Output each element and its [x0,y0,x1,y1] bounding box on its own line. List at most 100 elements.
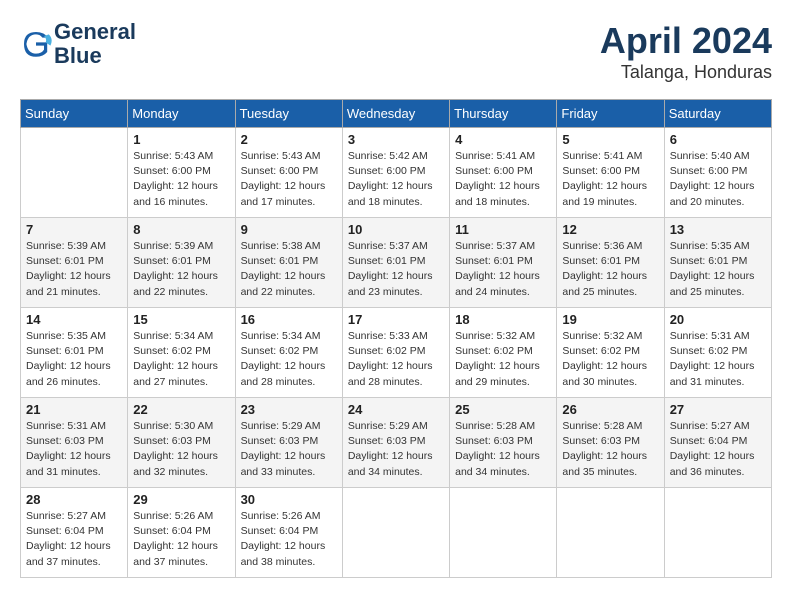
calendar-cell: 28 Sunrise: 5:27 AMSunset: 6:04 PMDayligh… [21,488,128,578]
calendar-cell: 19Sunrise: 5:32 AMSunset: 6:02 PMDayligh… [557,308,664,398]
week-row-4: 21 Sunrise: 5:31 AMSunset: 6:03 PMDayligh… [21,398,772,488]
calendar-cell [664,488,771,578]
day-info: Sunrise: 5:35 AMSunset: 6:01 PMDaylight:… [26,329,122,390]
day-header-tuesday: Tuesday [235,100,342,128]
calendar-cell: 12 Sunrise: 5:36 AMSunset: 6:01 PMDayligh… [557,218,664,308]
calendar-cell: 16 Sunrise: 5:34 AMSunset: 6:02 PMDayligh… [235,308,342,398]
day-header-friday: Friday [557,100,664,128]
day-header-wednesday: Wednesday [342,100,449,128]
day-info: Sunrise: 5:37 AMSunset: 6:01 PMDaylight:… [348,239,444,300]
day-number: 29 [133,492,229,507]
day-info: Sunrise: 5:43 AMSunset: 6:00 PMDaylight:… [133,149,229,210]
calendar-cell: 15Sunrise: 5:34 AMSunset: 6:02 PMDayligh… [128,308,235,398]
calendar-cell: 18 Sunrise: 5:32 AMSunset: 6:02 PMDayligh… [450,308,557,398]
calendar-header-row: SundayMondayTuesdayWednesdayThursdayFrid… [21,100,772,128]
calendar-cell: 21 Sunrise: 5:31 AMSunset: 6:03 PMDayligh… [21,398,128,488]
day-number: 26 [562,402,658,417]
day-number: 24 [348,402,444,417]
day-info: Sunrise: 5:41 AMSunset: 6:00 PMDaylight:… [455,149,551,210]
day-number: 8 [133,222,229,237]
calendar-cell: 24 Sunrise: 5:29 AMSunset: 6:03 PMDayligh… [342,398,449,488]
day-info: Sunrise: 5:27 AMSunset: 6:04 PMDaylight:… [26,509,122,570]
day-number: 21 [26,402,122,417]
calendar-cell: 6Sunrise: 5:40 AMSunset: 6:00 PMDaylight… [664,128,771,218]
day-number: 23 [241,402,337,417]
calendar-cell: 20Sunrise: 5:31 AMSunset: 6:02 PMDayligh… [664,308,771,398]
calendar-cell: 14Sunrise: 5:35 AMSunset: 6:01 PMDayligh… [21,308,128,398]
day-header-sunday: Sunday [21,100,128,128]
logo-text: General Blue [54,20,136,68]
calendar-cell: 9 Sunrise: 5:38 AMSunset: 6:01 PMDaylight… [235,218,342,308]
day-info: Sunrise: 5:41 AMSunset: 6:00 PMDaylight:… [562,149,658,210]
calendar-cell [21,128,128,218]
day-number: 7 [26,222,122,237]
day-number: 3 [348,132,444,147]
day-info: Sunrise: 5:36 AMSunset: 6:01 PMDaylight:… [562,239,658,300]
calendar-cell: 26Sunrise: 5:28 AMSunset: 6:03 PMDayligh… [557,398,664,488]
day-number: 10 [348,222,444,237]
day-number: 6 [670,132,766,147]
day-header-saturday: Saturday [664,100,771,128]
calendar-cell: 2 Sunrise: 5:43 AMSunset: 6:00 PMDaylight… [235,128,342,218]
calendar-cell: 4 Sunrise: 5:41 AMSunset: 6:00 PMDaylight… [450,128,557,218]
day-info: Sunrise: 5:26 AMSunset: 6:04 PMDaylight:… [241,509,337,570]
day-number: 17 [348,312,444,327]
day-number: 28 [26,492,122,507]
calendar-cell: 27Sunrise: 5:27 AMSunset: 6:04 PMDayligh… [664,398,771,488]
calendar-cell: 11 Sunrise: 5:37 AMSunset: 6:01 PMDayligh… [450,218,557,308]
day-number: 1 [133,132,229,147]
day-number: 11 [455,222,551,237]
day-info: Sunrise: 5:34 AMSunset: 6:02 PMDaylight:… [241,329,337,390]
logo: General Blue [20,20,136,68]
day-number: 2 [241,132,337,147]
day-info: Sunrise: 5:31 AMSunset: 6:03 PMDaylight:… [26,419,122,480]
calendar-cell: 17 Sunrise: 5:33 AMSunset: 6:02 PMDayligh… [342,308,449,398]
calendar-cell: 1 Sunrise: 5:43 AMSunset: 6:00 PMDaylight… [128,128,235,218]
day-number: 16 [241,312,337,327]
day-info: Sunrise: 5:39 AMSunset: 6:01 PMDaylight:… [26,239,122,300]
day-number: 22 [133,402,229,417]
day-info: Sunrise: 5:32 AMSunset: 6:02 PMDaylight:… [455,329,551,390]
day-info: Sunrise: 5:39 AMSunset: 6:01 PMDaylight:… [133,239,229,300]
calendar-cell [342,488,449,578]
day-info: Sunrise: 5:27 AMSunset: 6:04 PMDaylight:… [670,419,766,480]
calendar-cell: 22Sunrise: 5:30 AMSunset: 6:03 PMDayligh… [128,398,235,488]
day-number: 18 [455,312,551,327]
day-info: Sunrise: 5:37 AMSunset: 6:01 PMDaylight:… [455,239,551,300]
calendar-cell [557,488,664,578]
day-info: Sunrise: 5:31 AMSunset: 6:02 PMDaylight:… [670,329,766,390]
day-info: Sunrise: 5:38 AMSunset: 6:01 PMDaylight:… [241,239,337,300]
day-number: 9 [241,222,337,237]
week-row-5: 28 Sunrise: 5:27 AMSunset: 6:04 PMDayligh… [21,488,772,578]
day-info: Sunrise: 5:42 AMSunset: 6:00 PMDaylight:… [348,149,444,210]
day-number: 12 [562,222,658,237]
day-info: Sunrise: 5:29 AMSunset: 6:03 PMDaylight:… [241,419,337,480]
calendar-cell: 5 Sunrise: 5:41 AMSunset: 6:00 PMDaylight… [557,128,664,218]
calendar-cell: 23 Sunrise: 5:29 AMSunset: 6:03 PMDayligh… [235,398,342,488]
day-number: 4 [455,132,551,147]
day-info: Sunrise: 5:43 AMSunset: 6:00 PMDaylight:… [241,149,337,210]
day-info: Sunrise: 5:26 AMSunset: 6:04 PMDaylight:… [133,509,229,570]
calendar-cell: 29 Sunrise: 5:26 AMSunset: 6:04 PMDayligh… [128,488,235,578]
calendar-cell: 7 Sunrise: 5:39 AMSunset: 6:01 PMDaylight… [21,218,128,308]
logo-icon [20,28,52,60]
day-info: Sunrise: 5:33 AMSunset: 6:02 PMDaylight:… [348,329,444,390]
day-number: 19 [562,312,658,327]
calendar-cell: 3 Sunrise: 5:42 AMSunset: 6:00 PMDaylight… [342,128,449,218]
calendar-table: SundayMondayTuesdayWednesdayThursdayFrid… [20,99,772,578]
day-number: 5 [562,132,658,147]
page-header: General Blue April 2024 Talanga, Hondura… [20,20,772,83]
day-info: Sunrise: 5:35 AMSunset: 6:01 PMDaylight:… [670,239,766,300]
day-info: Sunrise: 5:28 AMSunset: 6:03 PMDaylight:… [455,419,551,480]
day-number: 13 [670,222,766,237]
calendar-cell: 13 Sunrise: 5:35 AMSunset: 6:01 PMDayligh… [664,218,771,308]
day-number: 15 [133,312,229,327]
calendar-cell: 8 Sunrise: 5:39 AMSunset: 6:01 PMDaylight… [128,218,235,308]
day-header-monday: Monday [128,100,235,128]
day-info: Sunrise: 5:29 AMSunset: 6:03 PMDaylight:… [348,419,444,480]
week-row-3: 14Sunrise: 5:35 AMSunset: 6:01 PMDayligh… [21,308,772,398]
day-header-thursday: Thursday [450,100,557,128]
location-title: Talanga, Honduras [600,62,772,83]
day-number: 30 [241,492,337,507]
day-number: 25 [455,402,551,417]
